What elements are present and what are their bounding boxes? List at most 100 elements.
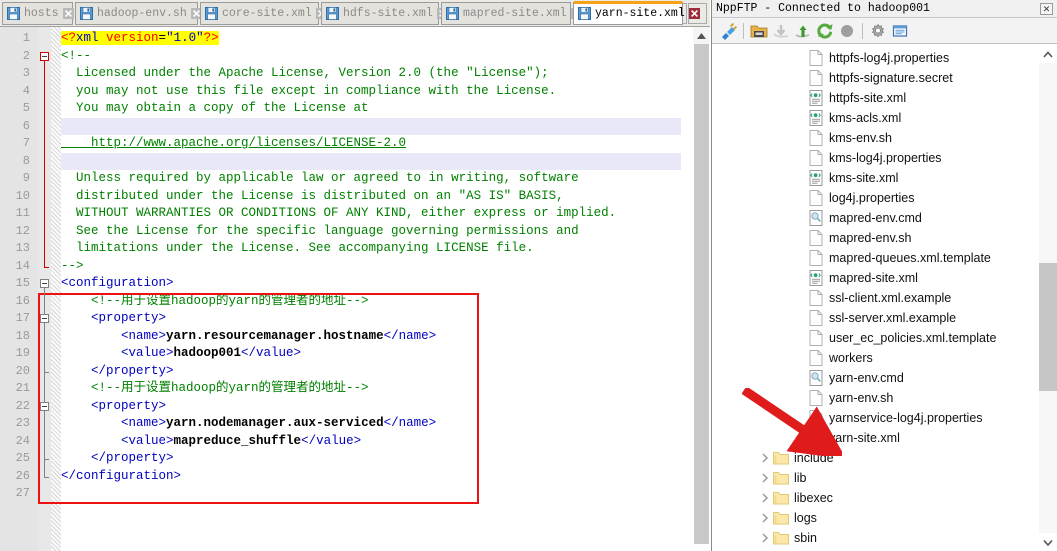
code-line[interactable]: Unless required by applicable law or agr… xyxy=(61,170,579,188)
open-dir-icon[interactable] xyxy=(748,20,770,42)
tree-file-row[interactable]: kms-env.sh xyxy=(808,128,892,148)
code-line[interactable]: <name>yarn.nodemanager.aux-serviced</nam… xyxy=(61,415,436,433)
nppftp-vertical-scrollbar[interactable] xyxy=(1039,45,1057,551)
connect-icon[interactable] xyxy=(717,20,739,42)
fold-toggle-icon[interactable] xyxy=(40,279,49,288)
tree-file-row[interactable]: httpfs-site.xml xyxy=(808,88,906,108)
nppftp-panel: NppFTP - Connected to hadoop001 ✕ httpfs… xyxy=(711,0,1057,551)
tree-file-row[interactable]: kms-log4j.properties xyxy=(808,148,942,168)
editor-tab-mapred-site-xml[interactable]: mapred-site.xml xyxy=(441,2,582,25)
tree-file-row[interactable]: yarn-env.cmd xyxy=(808,368,904,388)
line-number: 17 xyxy=(15,311,30,325)
code-line[interactable]: <value>mapreduce_shuffle</value> xyxy=(61,433,361,451)
messages-icon[interactable] xyxy=(889,20,911,42)
line-number: 19 xyxy=(15,346,30,360)
code-text[interactable]: <?xml version="1.0"?> <!-- Licensed under… xyxy=(61,27,681,551)
code-line[interactable]: <name>yarn.resourcemanager.hostname</nam… xyxy=(61,328,436,346)
editor-scroll-track[interactable] xyxy=(693,44,710,551)
code-line[interactable]: you may not use this file except in comp… xyxy=(61,83,556,101)
ftp-scroll-thumb[interactable] xyxy=(1039,263,1057,391)
chevron-right-icon[interactable] xyxy=(757,490,773,506)
upload-icon[interactable] xyxy=(792,20,814,42)
chevron-right-icon[interactable] xyxy=(757,510,773,526)
code-line[interactable]: <!--用于设置hadoop的yarn的管理者的地址--> xyxy=(61,293,369,311)
tree-file-row[interactable]: log4j.properties xyxy=(808,188,914,208)
tree-file-row[interactable]: mapred-site.xml xyxy=(808,268,918,288)
editor-tab-yarn-site-xml[interactable]: yarn-site.xml xyxy=(573,1,700,25)
editor-tab-hdfs-site-xml[interactable]: hdfs-site.xml xyxy=(321,2,448,25)
editor-tab-hadoop-env-sh[interactable]: hadoop-env.sh xyxy=(75,2,202,25)
tree-file-row[interactable]: ssl-server.xml.example xyxy=(808,308,956,328)
code-line[interactable]: --> xyxy=(61,258,84,276)
chevron-right-icon[interactable] xyxy=(757,530,773,546)
file-save-icon xyxy=(326,7,339,20)
tree-folder-row[interactable]: libexec xyxy=(757,488,833,508)
code-line[interactable]: </property> xyxy=(61,363,174,381)
code-line[interactable]: See the License for the specific languag… xyxy=(61,223,579,241)
scroll-up-icon[interactable] xyxy=(693,27,710,44)
code-line[interactable]: </configuration> xyxy=(61,468,181,486)
tree-file-row[interactable]: yarnservice-log4j.properties xyxy=(808,408,983,428)
tree-folder-row[interactable]: logs xyxy=(757,508,817,528)
settings-gear-icon[interactable] xyxy=(867,20,889,42)
code-line[interactable]: You may obtain a copy of the License at xyxy=(61,100,369,118)
code-line[interactable]: http://www.apache.org/licenses/LICENSE-2… xyxy=(61,135,406,153)
ftp-scroll-track[interactable] xyxy=(1039,63,1057,533)
tree-file-row[interactable]: httpfs-signature.secret xyxy=(808,68,953,88)
chevron-right-icon[interactable] xyxy=(757,450,773,466)
tree-file-row[interactable]: yarn-site.xml xyxy=(808,428,900,448)
file-icon xyxy=(808,50,824,66)
code-line[interactable]: <!--用于设置hadoop的yarn的管理者的地址--> xyxy=(61,380,369,398)
refresh-icon[interactable] xyxy=(814,20,836,42)
tree-file-row[interactable]: mapred-queues.xml.template xyxy=(808,248,991,268)
tree-file-row[interactable]: kms-acls.xml xyxy=(808,108,901,128)
code-line[interactable]: </property> xyxy=(61,450,174,468)
tree-file-row[interactable]: mapred-env.cmd xyxy=(808,208,922,228)
code-line[interactable]: distributed under the License is distrib… xyxy=(61,188,564,206)
tree-folder-row[interactable]: lib xyxy=(757,468,807,488)
tree-file-row[interactable]: user_ec_policies.xml.template xyxy=(808,328,996,348)
file-icon xyxy=(808,290,824,306)
code-line[interactable]: <!-- xyxy=(61,48,91,66)
code-line[interactable]: Licensed under the Apache License, Versi… xyxy=(61,65,549,83)
nppftp-file-tree[interactable]: httpfs-log4j.properties httpfs-signature.… xyxy=(712,45,1039,551)
code-editor-area[interactable]: 1 2 3 4 5 6 7 8 9 10 11 12 13 14 15 16 17 18 19 20 21 22 23 24 2… xyxy=(0,27,710,551)
tree-item-label: yarn-env.sh xyxy=(829,391,894,405)
folder-icon xyxy=(773,530,789,546)
code-line[interactable]: WITHOUT WARRANTIES OR CONDITIONS OF ANY … xyxy=(61,205,616,223)
tree-item-label: ssl-server.xml.example xyxy=(829,311,957,325)
code-line[interactable]: limitations under the License. See accom… xyxy=(61,240,534,258)
ftp-scroll-up-icon[interactable] xyxy=(1039,45,1057,63)
tree-file-row[interactable]: workers xyxy=(808,348,873,368)
close-icon[interactable]: ✕ xyxy=(1040,3,1053,15)
line-number: 25 xyxy=(15,451,30,465)
tree-file-row[interactable]: kms-site.xml xyxy=(808,168,898,188)
ftp-scroll-down-icon[interactable] xyxy=(1039,533,1057,551)
code-line[interactable]: <?xml version="1.0"?> xyxy=(61,30,219,48)
fold-toggle-icon[interactable] xyxy=(40,51,49,61)
file-icon xyxy=(808,390,824,406)
editor-tab-core-site-xml[interactable]: core-site.xml xyxy=(200,2,327,25)
tab-close-icon[interactable] xyxy=(688,8,700,19)
chevron-right-icon[interactable] xyxy=(757,470,773,486)
code-line[interactable]: <property> xyxy=(61,310,166,328)
editor-scroll-thumb[interactable] xyxy=(694,44,709,544)
fold-toggle-icon[interactable] xyxy=(40,401,49,411)
file-icon xyxy=(808,330,824,346)
fold-toggle-icon[interactable] xyxy=(40,314,49,323)
file-save-icon xyxy=(7,7,20,20)
code-line[interactable]: <configuration> xyxy=(61,275,174,293)
xml-file-icon xyxy=(808,270,824,286)
tree-file-row[interactable]: mapred-env.sh xyxy=(808,228,911,248)
tree-file-row[interactable]: httpfs-log4j.properties xyxy=(808,48,949,68)
tree-file-row[interactable]: ssl-client.xml.example xyxy=(808,288,951,308)
abort-icon[interactable] xyxy=(836,20,858,42)
editor-tab-hosts[interactable]: hosts xyxy=(2,2,74,25)
tree-folder-row[interactable]: sbin xyxy=(757,528,817,548)
editor-vertical-scrollbar[interactable] xyxy=(692,27,710,551)
tree-file-row[interactable]: yarn-env.sh xyxy=(808,388,893,408)
tree-folder-row[interactable]: include xyxy=(757,448,834,468)
code-line[interactable]: <property> xyxy=(61,398,166,416)
code-line[interactable]: <value>hadoop001</value> xyxy=(61,345,301,363)
tab-close-icon[interactable] xyxy=(62,8,74,19)
